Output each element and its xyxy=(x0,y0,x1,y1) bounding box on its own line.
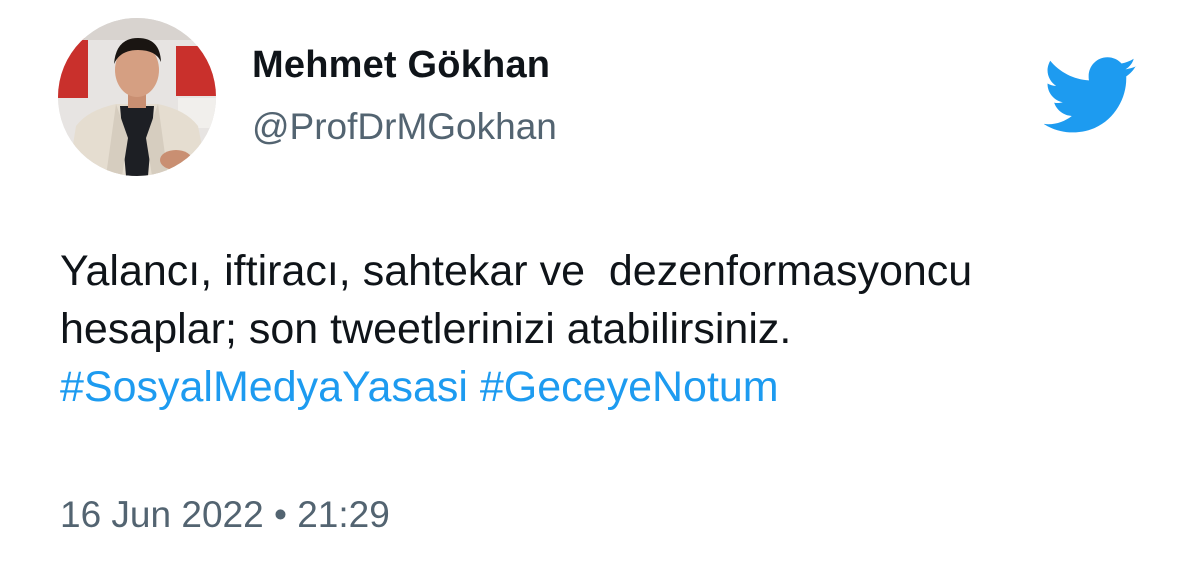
tweet-text-line-1: Yalancı, iftiracı, sahtekar ve dezenform… xyxy=(60,247,973,295)
tweet-text: Yalancı, iftiracı, sahtekar ve dezenform… xyxy=(60,242,1160,416)
tweet-card: Mehmet Gökhan @ProfDrMGokhan Yalancı, if… xyxy=(0,0,1200,563)
hashtag-geceyenotum[interactable]: #GeceyeNotum xyxy=(480,363,779,411)
avatar[interactable] xyxy=(58,18,216,176)
hashtag-row: #SosyalMedyaYasasi #GeceyeNotum xyxy=(60,358,1160,416)
twitter-bird-icon[interactable] xyxy=(1044,56,1138,136)
display-name[interactable]: Mehmet Gökhan xyxy=(252,44,550,87)
tweet-timestamp[interactable]: 16 Jun 2022 • 21:29 xyxy=(60,494,390,536)
hashtag-sosyalmedyayasasi[interactable]: #SosyalMedyaYasasi xyxy=(60,363,468,411)
avatar-photo xyxy=(58,18,216,176)
user-handle[interactable]: @ProfDrMGokhan xyxy=(252,106,557,148)
tweet-text-line-2: hesaplar; son tweetlerinizi atabilirsini… xyxy=(60,305,792,353)
twitter-bird-icon-graphic xyxy=(1044,57,1137,133)
